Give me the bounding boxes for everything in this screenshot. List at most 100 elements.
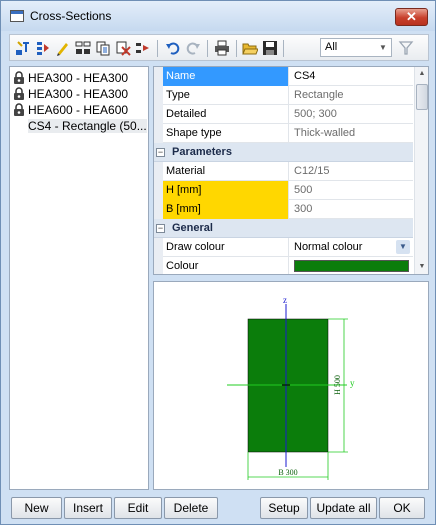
toolbar-separator <box>207 40 208 57</box>
cross-sections-window: Cross-Sections ✕ All ▼ HEA300 - HEA300 H… <box>0 0 436 525</box>
update-all-button[interactable]: Update all <box>310 497 377 519</box>
property-label: Detailed <box>163 105 289 124</box>
edit-icon[interactable] <box>55 40 71 56</box>
group-label: General <box>172 222 213 234</box>
filter-icon[interactable] <box>398 40 414 56</box>
scroll-thumb[interactable] <box>416 84 428 110</box>
tree-item-label: CS4 - Rectangle (50... <box>28 119 147 133</box>
delete-icon[interactable] <box>115 40 131 56</box>
property-label: Name <box>163 67 289 86</box>
close-button[interactable]: ✕ <box>395 8 428 26</box>
redo-icon[interactable] <box>185 40 201 56</box>
filter-select[interactable]: All ▼ <box>320 38 392 57</box>
cross-section-tree: HEA300 - HEA300 HEA300 - HEA300 HEA600 -… <box>9 66 149 490</box>
group-parameters[interactable]: − Parameters <box>154 143 413 162</box>
undo-icon[interactable] <box>165 40 181 56</box>
row-gutter <box>154 124 163 143</box>
toolbar-separator <box>236 40 237 57</box>
detailed-value: 500; 300 <box>294 108 337 120</box>
property-row-detailed[interactable]: Detailed 500; 300 <box>154 105 413 124</box>
property-row-material[interactable]: Material C12/15 <box>154 162 413 181</box>
properties-grid: Name CS4 Type Rectangle Detailed 500; 30… <box>153 66 429 275</box>
app-window-icon <box>10 10 24 22</box>
setup-button[interactable]: Setup <box>260 497 308 519</box>
row-gutter <box>154 86 163 105</box>
property-row-b[interactable]: B [mm] 300 <box>154 200 413 219</box>
property-label: H [mm] <box>163 181 289 200</box>
draw-colour-value: Normal colour <box>294 241 363 253</box>
section-preview: z y H 500 B 300 <box>153 281 429 490</box>
open-icon[interactable] <box>242 40 258 56</box>
property-row-colour[interactable]: Colour <box>154 257 413 274</box>
scroll-down-icon[interactable]: ▼ <box>415 260 428 274</box>
row-gutter <box>154 200 163 219</box>
ok-button[interactable]: OK <box>379 497 425 519</box>
property-row-shape-type[interactable]: Shape type Thick-walled <box>154 124 413 143</box>
toolbar-separator <box>283 40 284 57</box>
property-row-name[interactable]: Name CS4 <box>154 67 413 86</box>
row-gutter <box>154 67 163 86</box>
lock-icon <box>14 87 24 100</box>
window-title: Cross-Sections <box>30 9 112 23</box>
group-general[interactable]: − General <box>154 219 413 238</box>
draw-colour-select[interactable]: Normal colour ▼ <box>290 238 413 257</box>
shape-type-value: Thick-walled <box>294 127 356 139</box>
tree-item[interactable]: HEA300 - HEA300 <box>13 70 128 86</box>
collapse-icon[interactable]: − <box>156 148 165 157</box>
delete-button[interactable]: Delete <box>164 497 218 519</box>
new-section-icon[interactable] <box>15 40 31 56</box>
property-label: Type <box>163 86 289 105</box>
scroll-up-icon[interactable]: ▲ <box>415 67 428 81</box>
copy-props-icon[interactable] <box>95 40 111 56</box>
colour-value[interactable] <box>290 257 413 274</box>
property-row-h[interactable]: H [mm] 500 <box>154 181 413 200</box>
b-dimension-label: B 300 <box>278 468 297 477</box>
property-label: B [mm] <box>163 200 289 219</box>
z-axis-label: z <box>283 295 287 305</box>
property-label: Draw colour <box>163 238 289 257</box>
property-label: Material <box>163 162 289 181</box>
y-axis-label: y <box>350 378 355 388</box>
h-dimension-label: H 500 <box>333 375 342 395</box>
print-icon[interactable] <box>214 40 230 56</box>
tree-item[interactable]: HEA300 - HEA300 <box>13 86 128 102</box>
property-row-type[interactable]: Type Rectangle <box>154 86 413 105</box>
property-label: Shape type <box>163 124 289 143</box>
tree-item[interactable]: HEA600 - HEA600 <box>13 102 128 118</box>
material-value[interactable]: C12/15 <box>290 162 413 181</box>
chevron-down-icon[interactable]: ▼ <box>396 240 410 254</box>
row-gutter <box>154 257 163 274</box>
chevron-down-icon[interactable]: ▼ <box>377 41 389 54</box>
lock-icon <box>14 103 24 116</box>
properties-scrollbar[interactable]: ▲ ▼ <box>414 67 428 274</box>
toolbar: All ▼ <box>9 34 429 61</box>
property-label: Colour <box>163 257 289 274</box>
section-drawing: z y H 500 B 300 <box>227 295 355 480</box>
h-value-field[interactable]: 500 <box>290 181 413 200</box>
title-bar: Cross-Sections ✕ <box>1 1 435 31</box>
type-value: Rectangle <box>294 89 344 101</box>
insert-button[interactable]: Insert <box>64 497 112 519</box>
row-gutter <box>154 238 163 257</box>
property-row-draw-colour[interactable]: Draw colour Normal colour ▼ <box>154 238 413 257</box>
row-gutter <box>154 181 163 200</box>
lock-icon <box>14 71 24 84</box>
copy-icon[interactable] <box>75 40 91 56</box>
tree-item-label: HEA300 - HEA300 <box>28 87 129 101</box>
new-button[interactable]: New <box>11 497 62 519</box>
row-gutter <box>154 162 163 181</box>
name-value[interactable]: CS4 <box>290 67 413 86</box>
row-gutter <box>154 105 163 124</box>
b-value-field[interactable]: 300 <box>290 200 413 219</box>
filter-select-value: All <box>325 41 338 53</box>
save-icon[interactable] <box>262 40 278 56</box>
tree-item-label: HEA300 - HEA300 <box>28 71 129 85</box>
collapse-icon[interactable]: − <box>156 224 165 233</box>
tree-item-selected[interactable]: CS4 - Rectangle (50... <box>28 118 147 134</box>
move-icon[interactable] <box>135 40 151 56</box>
tree-item-label: HEA600 - HEA600 <box>28 103 129 117</box>
edit-button[interactable]: Edit <box>114 497 162 519</box>
toolbar-separator <box>157 40 158 57</box>
colour-swatch[interactable] <box>294 260 409 272</box>
insert-icon[interactable] <box>35 40 51 56</box>
